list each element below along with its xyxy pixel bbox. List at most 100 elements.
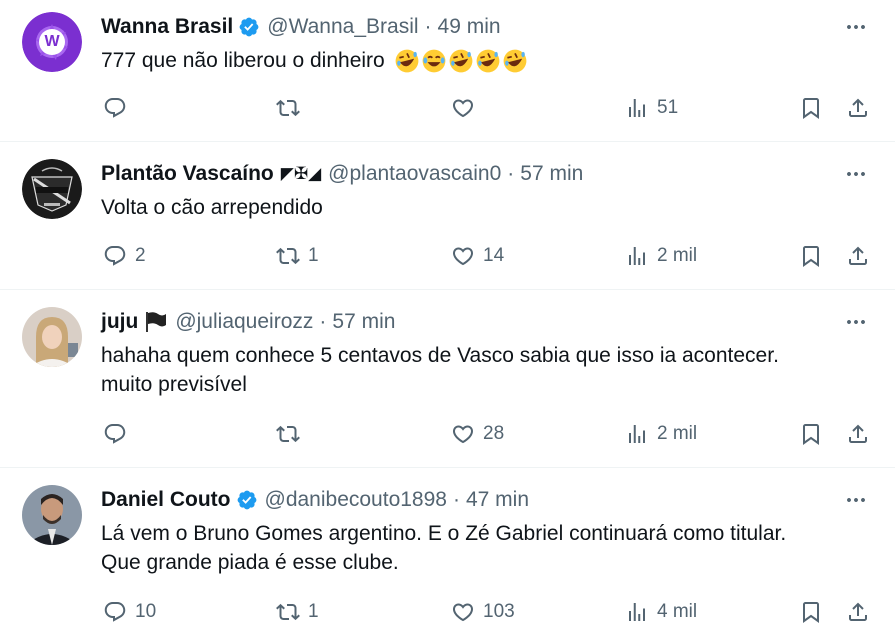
action-bar: 28 2 mil [0, 419, 895, 449]
share-button[interactable] [846, 597, 870, 627]
separator-dot: · [424, 15, 432, 38]
tweet-text: 777 que não liberou o dinheiro [101, 46, 865, 75]
timestamp[interactable]: 57 min [332, 310, 395, 334]
name-emoji-symbols: ◤✠◢ [280, 164, 322, 183]
like-button[interactable]: 103 [451, 597, 515, 627]
retweet-icon [276, 244, 300, 268]
view-count: 2 mil [657, 423, 698, 444]
share-button[interactable] [846, 419, 870, 449]
handle[interactable]: @Wanna_Brasil [267, 15, 418, 39]
avatar[interactable] [22, 159, 82, 219]
tweet-text-content: Volta o cão arrependido [101, 196, 323, 219]
views-button[interactable]: 2 mil [625, 419, 697, 449]
tweet-header: Plantão Vascaíno ◤✠◢ @plantaovascain0 · … [101, 159, 875, 189]
tears-of-joy-icon [421, 48, 447, 74]
views-button[interactable]: 51 [625, 93, 678, 123]
timestamp[interactable]: 49 min [438, 15, 501, 39]
reply-icon [103, 422, 127, 446]
tweet-wanna-brasil[interactable]: W Wanna Brasil @Wanna_Brasil · 49 min 77… [0, 0, 895, 142]
verified-badge-icon [236, 489, 258, 511]
reply-icon [103, 600, 127, 624]
reply-icon [103, 244, 127, 268]
rolling-on-floor-laughing-icon [394, 48, 420, 74]
reply-count: 2 [135, 245, 146, 266]
views-chart-icon [625, 600, 649, 624]
more-options-icon[interactable] [843, 159, 869, 189]
views-button[interactable]: 4 mil [625, 597, 697, 627]
avatar[interactable] [22, 307, 82, 367]
bookmark-icon [799, 244, 823, 268]
rolling-on-floor-laughing-icon [502, 48, 528, 74]
tweet-text-line: hahaha quem conhece 5 centavos de Vasco … [101, 344, 779, 367]
retweet-button[interactable] [276, 419, 308, 449]
bookmark-button[interactable] [799, 597, 823, 627]
action-bar: 10 1 103 4 mil [0, 597, 895, 627]
more-options-icon[interactable] [843, 12, 869, 42]
share-icon [846, 600, 870, 624]
reply-button[interactable] [103, 419, 135, 449]
heart-icon [451, 244, 475, 268]
reply-button[interactable] [103, 93, 135, 123]
share-button[interactable] [846, 241, 870, 271]
heart-icon [451, 422, 475, 446]
bookmark-icon [799, 422, 823, 446]
separator-dot: · [319, 310, 327, 333]
tweet-text-line: Que grande piada é esse clube. [101, 551, 399, 574]
display-name[interactable]: Wanna Brasil [101, 15, 233, 39]
display-name[interactable]: Plantão Vascaíno [101, 162, 274, 186]
like-button[interactable]: 14 [451, 241, 504, 271]
like-button[interactable]: 28 [451, 419, 504, 449]
like-count: 14 [483, 245, 505, 266]
bookmark-button[interactable] [799, 93, 823, 123]
share-icon [846, 244, 870, 268]
like-button[interactable] [451, 93, 483, 123]
reply-count: 10 [135, 601, 157, 622]
heart-icon [451, 600, 475, 624]
tweet-plantao-vascaino[interactable]: Plantão Vascaíno ◤✠◢ @plantaovascain0 · … [0, 142, 895, 290]
tweet-text-line: Lá vem o Bruno Gomes argentino. E o Zé G… [101, 522, 787, 545]
more-options-icon[interactable] [843, 307, 869, 337]
share-icon [846, 96, 870, 120]
tweet-text: Lá vem o Bruno Gomes argentino. E o Zé G… [101, 519, 865, 577]
tweet-text-content: 777 que não liberou o dinheiro [101, 49, 385, 72]
verified-badge-icon [238, 16, 260, 38]
handle[interactable]: @plantaovascain0 [328, 162, 501, 186]
view-count: 51 [657, 97, 679, 118]
handle[interactable]: @danibecouto1898 [265, 488, 447, 512]
avatar[interactable] [22, 485, 82, 545]
share-icon [846, 422, 870, 446]
views-button[interactable]: 2 mil [625, 241, 697, 271]
display-name[interactable]: Daniel Couto [101, 488, 231, 512]
timestamp[interactable]: 47 min [466, 488, 529, 512]
view-count: 4 mil [657, 601, 698, 622]
reply-button[interactable]: 10 [103, 597, 156, 627]
bookmark-button[interactable] [799, 419, 823, 449]
display-name[interactable]: juju [101, 310, 138, 334]
bookmark-icon [799, 600, 823, 624]
heart-icon [451, 96, 475, 120]
avatar[interactable]: W [22, 12, 82, 72]
bookmark-button[interactable] [799, 241, 823, 271]
share-button[interactable] [846, 93, 870, 123]
retweet-button[interactable] [276, 93, 308, 123]
more-options-icon[interactable] [843, 485, 869, 515]
timestamp[interactable]: 57 min [520, 162, 583, 186]
avatar-letter: W [44, 33, 60, 50]
view-count: 2 mil [657, 245, 698, 266]
rolling-on-floor-laughing-icon [475, 48, 501, 74]
tweet-header: Daniel Couto @danibecouto1898 · 47 min [101, 485, 875, 515]
retweet-count: 1 [308, 245, 319, 266]
tweet-juju[interactable]: juju @juliaqueirozz · 57 min hahaha quem… [0, 290, 895, 468]
bookmark-icon [799, 96, 823, 120]
retweet-button[interactable]: 1 [276, 597, 319, 627]
retweet-button[interactable]: 1 [276, 241, 319, 271]
tweet-text: Volta o cão arrependido [101, 193, 865, 222]
reply-button[interactable]: 2 [103, 241, 146, 271]
rolling-on-floor-laughing-icon [448, 48, 474, 74]
views-chart-icon [625, 422, 649, 446]
tweet-text-line: muito previsível [101, 373, 247, 396]
tweet-daniel-couto[interactable]: Daniel Couto @danibecouto1898 · 47 min L… [0, 468, 895, 640]
handle[interactable]: @juliaqueirozz [175, 310, 313, 334]
action-bar: 51 [0, 93, 895, 123]
views-chart-icon [625, 96, 649, 120]
